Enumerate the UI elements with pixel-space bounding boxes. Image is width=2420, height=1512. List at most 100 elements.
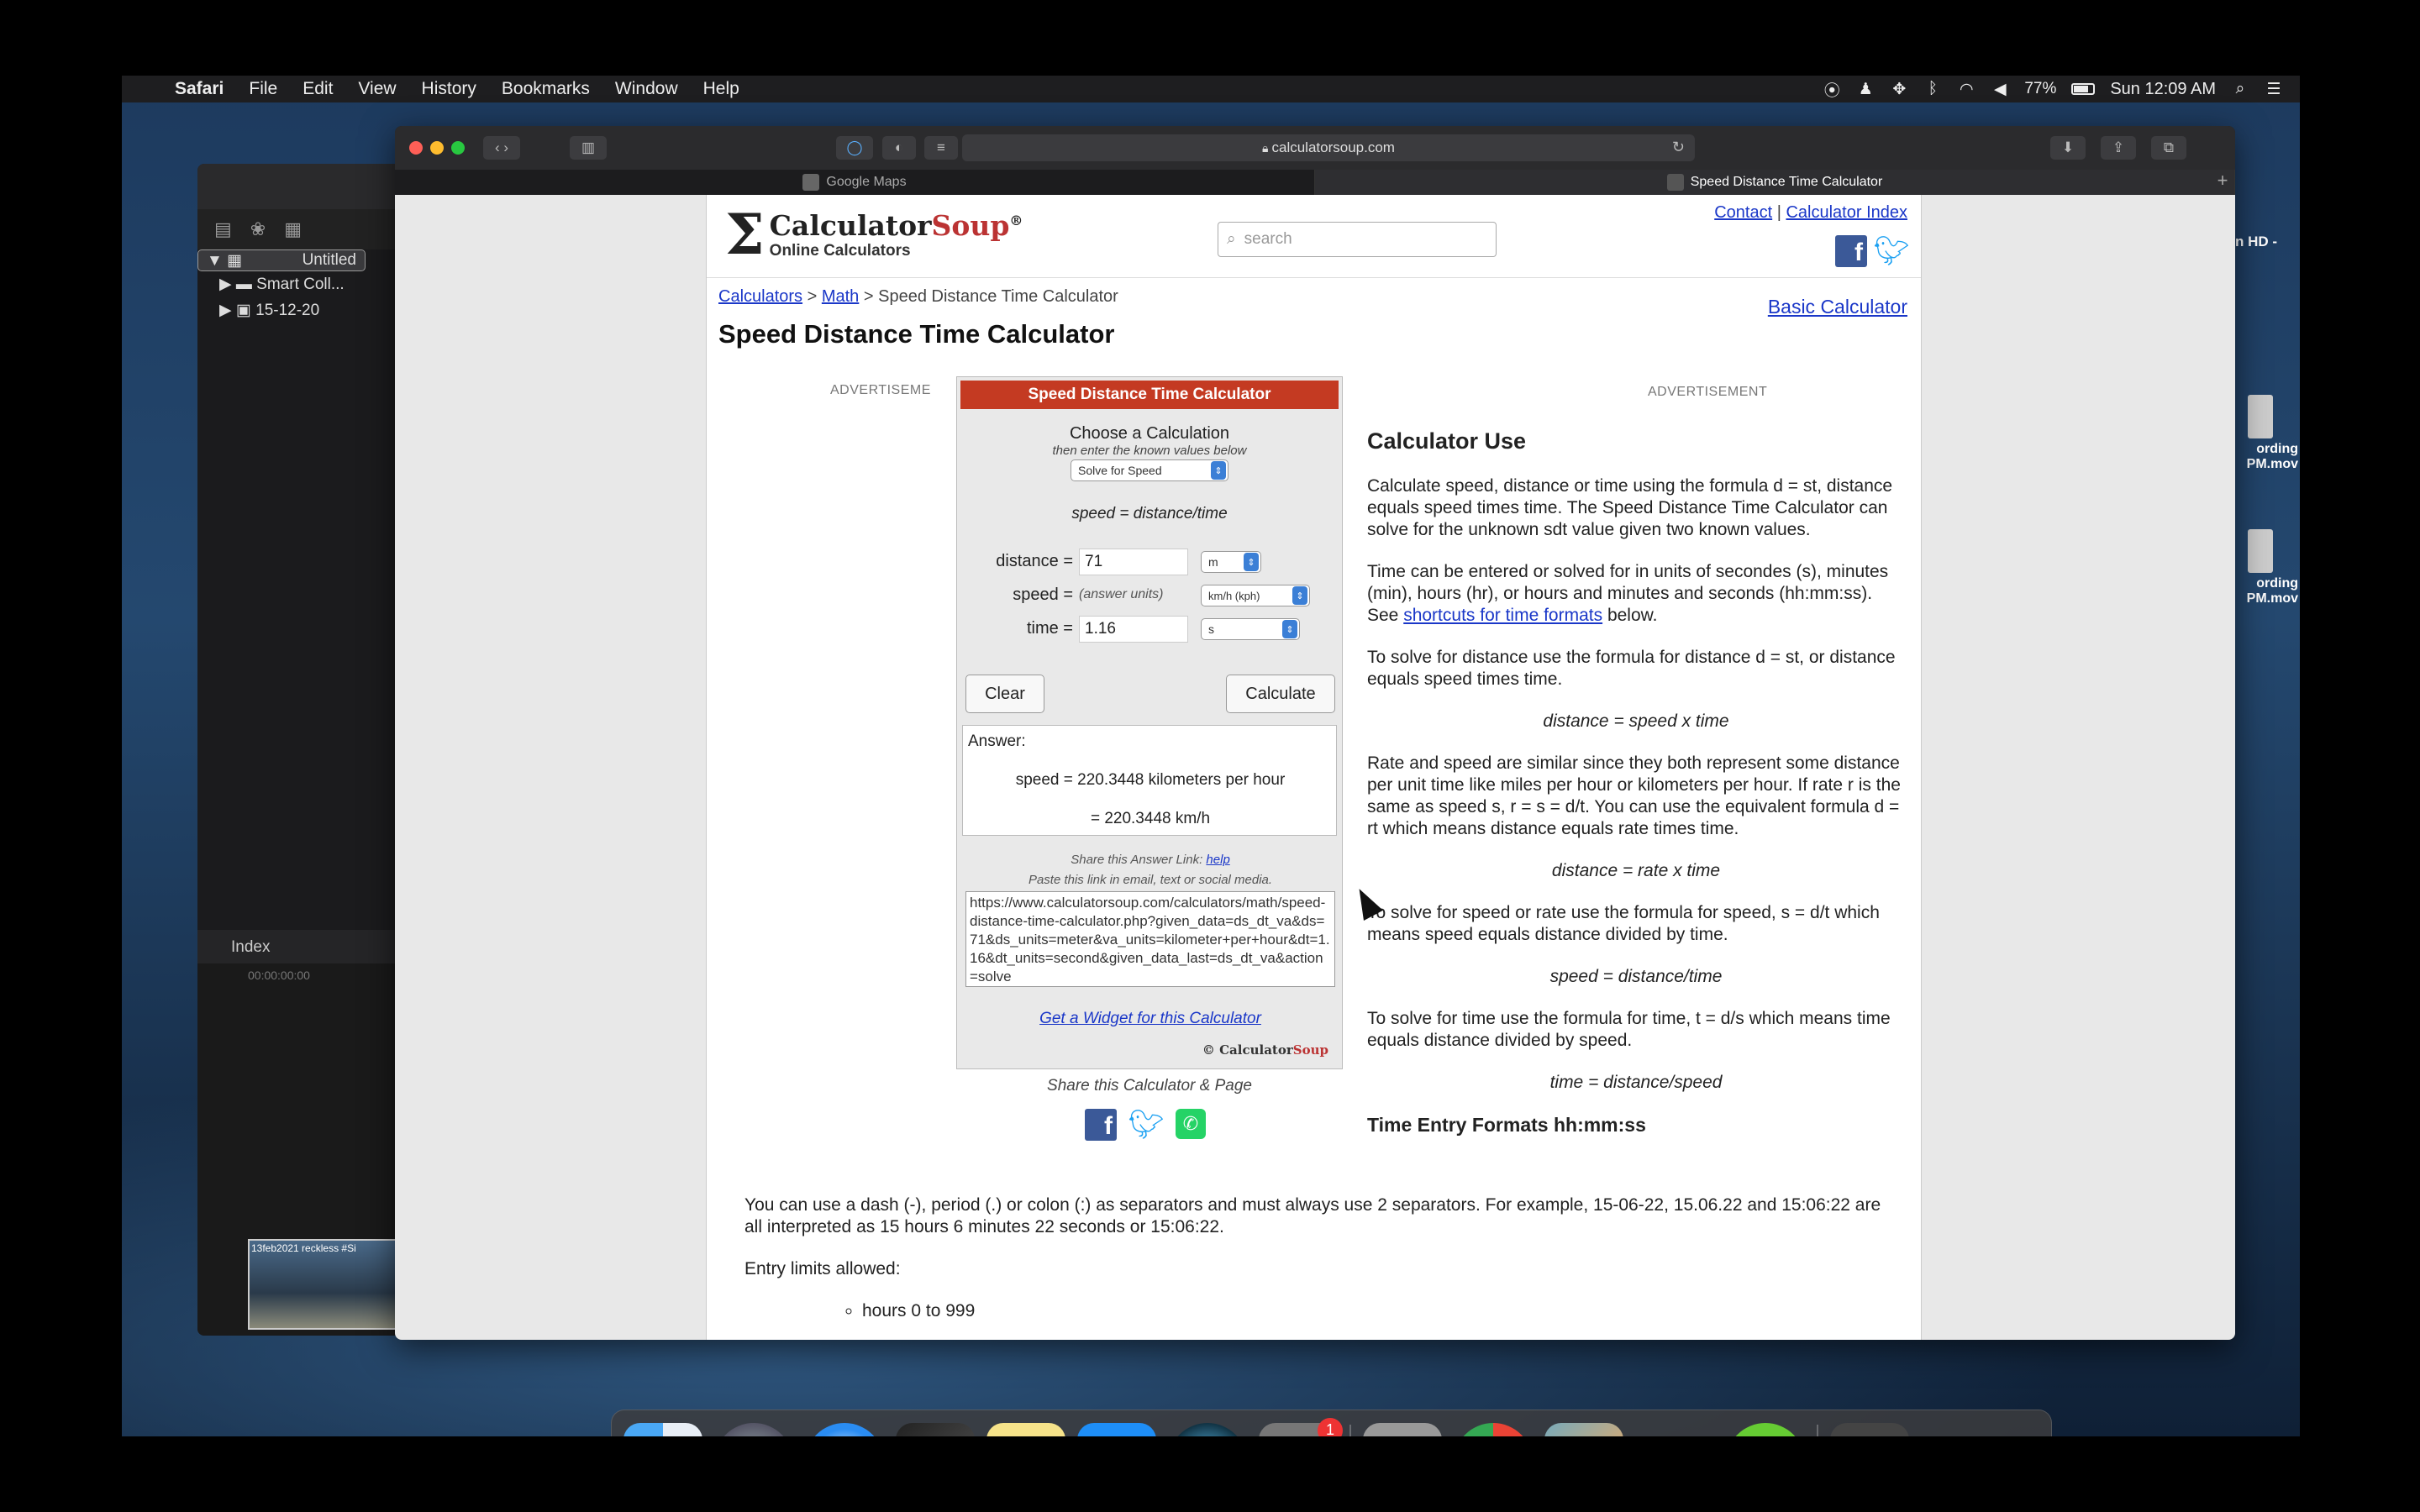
time-label: time =: [1026, 619, 1073, 638]
trash-icon[interactable]: 🗑︎: [1921, 1423, 2000, 1437]
menu-history[interactable]: History: [409, 79, 489, 99]
time-input[interactable]: 1.16: [1079, 616, 1188, 643]
menu-help[interactable]: Help: [691, 79, 752, 99]
share-url-textarea[interactable]: https://www.calculatorsoup.com/calculato…: [965, 891, 1335, 987]
menu-view[interactable]: View: [345, 79, 408, 99]
breadcrumb-calculators[interactable]: Calculators: [718, 287, 802, 306]
speed-answer-hint: (answer units): [1079, 587, 1164, 601]
logo-subtitle: Online Calculators: [769, 241, 911, 260]
bluetooth-icon[interactable]: ᛒ: [1923, 80, 1942, 98]
notification-center-icon[interactable]: ☰: [2265, 80, 2283, 98]
file-thumbnail: [2248, 529, 2273, 573]
help-link[interactable]: help: [1206, 853, 1229, 867]
system-preferences-icon[interactable]: ⚙1: [1259, 1417, 1343, 1436]
timecode: 00:00:00:00: [248, 969, 310, 982]
preview-icon[interactable]: [1544, 1422, 1623, 1436]
twitter-icon[interactable]: 🐦︎: [1873, 235, 1909, 267]
user-icon[interactable]: ♟: [1856, 80, 1875, 98]
distance-unit-select[interactable]: m ⇕: [1201, 551, 1261, 573]
hd-label[interactable]: n HD -: [2235, 234, 2277, 250]
back-forward-button[interactable]: ‹ ›: [483, 136, 520, 160]
solve-for-select[interactable]: Solve for Speed ⇕: [1071, 459, 1228, 481]
calculate-button[interactable]: Calculate: [1226, 675, 1335, 713]
site-logo[interactable]: Σ CalculatorSoup® Online Calculators: [725, 207, 1023, 262]
select-arrows-icon: ⇕: [1244, 553, 1259, 571]
notes-icon[interactable]: ▤: [986, 1422, 1065, 1436]
launchpad-icon[interactable]: 🚀︎: [714, 1422, 793, 1436]
spotlight-icon[interactable]: ⌕: [2231, 80, 2249, 98]
safari-window[interactable]: ‹ › ▥ ◯ ◐ ≡ 🔒︎ calculatorsoup.com ↻ ⬇ ⇪ …: [395, 126, 2235, 1340]
minimize-window-button[interactable]: [430, 141, 444, 155]
search-input[interactable]: ⌕ search: [1218, 222, 1497, 257]
speed-unit-select[interactable]: km/h (kph) ⇕: [1201, 585, 1310, 606]
menu-bookmarks[interactable]: Bookmarks: [489, 79, 602, 99]
share-twitter-icon[interactable]: 🐦︎: [1128, 1109, 1164, 1141]
menu-bar: Safari File Edit View History Bookmarks …: [122, 76, 2300, 102]
privacy-icon[interactable]: ◐: [882, 136, 916, 160]
volume-icon[interactable]: ◀: [1991, 80, 2009, 98]
paragraph: You can use a dash (-), period (.) or co…: [744, 1195, 1881, 1236]
menu-file[interactable]: File: [236, 79, 290, 99]
facebook-icon[interactable]: f: [1835, 235, 1867, 267]
timeline-clip[interactable]: 13feb2021 reckless #Si: [248, 1239, 399, 1330]
chrome-icon[interactable]: [1454, 1422, 1533, 1436]
record-icon[interactable]: ⦿: [1823, 80, 1841, 100]
finder-icon[interactable]: [623, 1422, 702, 1436]
battery-icon[interactable]: [2071, 83, 2096, 95]
desktop-screen: Safari File Edit View History Bookmarks …: [122, 76, 2300, 1436]
new-tab-button[interactable]: +: [2210, 170, 2235, 195]
share-whatsapp-icon[interactable]: ✆: [1176, 1109, 1206, 1139]
clock[interactable]: Sun 12:09 AM: [2110, 80, 2216, 99]
quicktime-icon[interactable]: Q: [1168, 1422, 1247, 1436]
address-bar[interactable]: 🔒︎ calculatorsoup.com ↻: [962, 134, 1695, 161]
paragraph: Calculate speed, distance or time using …: [1367, 476, 1893, 539]
wifi-icon[interactable]: ◠: [1957, 80, 1975, 98]
photos-icon[interactable]: ❀: [250, 218, 266, 240]
dropbox-icon[interactable]: ✥: [1890, 80, 1908, 98]
close-window-button[interactable]: [409, 141, 423, 155]
downloads-icon[interactable]: [1830, 1422, 1909, 1436]
share-icons: f 🐦︎ ✆: [1085, 1109, 1206, 1141]
time-unit-select[interactable]: s ⇕: [1201, 618, 1300, 640]
extension-icon[interactable]: ◯: [836, 136, 873, 160]
library-item[interactable]: ▼ ▦ Untitled: [197, 249, 366, 271]
airdrop-icon[interactable]: ⊟: [1726, 1422, 1805, 1436]
answer-label: Answer:: [968, 732, 1026, 750]
tab-google-maps[interactable]: Google Maps: [395, 170, 1315, 195]
zoom-window-button[interactable]: [451, 141, 465, 155]
reader-icon[interactable]: ≡: [924, 136, 958, 160]
tabs-overview-icon[interactable]: ⧉: [2151, 136, 2186, 160]
final-cut-icon[interactable]: 🎬︎: [896, 1422, 975, 1436]
paragraph: Time can be entered or solved for in uni…: [1367, 562, 1889, 625]
time-formats-link[interactable]: shortcuts for time formats: [1403, 606, 1602, 625]
logo-title: CalculatorSoup®: [769, 208, 1023, 242]
menu-edit[interactable]: Edit: [290, 79, 345, 99]
tab-speed-distance-time[interactable]: Speed Distance Time Calculator: [1315, 170, 2235, 195]
share-facebook-icon[interactable]: f: [1085, 1109, 1117, 1141]
vlc-icon[interactable]: ▲: [1635, 1423, 1714, 1437]
calculator-icon[interactable]: ▦: [1363, 1422, 1442, 1436]
library-icon[interactable]: ▤: [214, 218, 232, 240]
breadcrumb-math[interactable]: Math: [822, 287, 859, 306]
clear-button[interactable]: Clear: [965, 675, 1044, 713]
distance-input[interactable]: 71: [1079, 549, 1188, 575]
sigma-logo-icon: Σ: [725, 202, 765, 267]
menu-window[interactable]: Window: [602, 79, 691, 99]
header-divider: [707, 277, 1921, 278]
calculator-index-link[interactable]: Calculator Index: [1786, 203, 1907, 222]
share-icon[interactable]: ⇪: [2101, 136, 2136, 160]
page-title: Speed Distance Time Calculator: [718, 319, 1115, 349]
contact-link[interactable]: Contact: [1714, 203, 1772, 222]
app-store-icon[interactable]: A: [1077, 1422, 1156, 1436]
calculator-header: Speed Distance Time Calculator: [960, 381, 1339, 409]
get-widget-link[interactable]: Get a Widget for this Calculator: [957, 1010, 1344, 1028]
menu-app-safari[interactable]: Safari: [162, 79, 236, 99]
sidebar-toggle-icon[interactable]: ▥: [570, 136, 607, 160]
safari-icon[interactable]: ✦: [805, 1422, 884, 1436]
reload-icon[interactable]: ↻: [1672, 139, 1685, 156]
paragraph: To solve for time use the formula for ti…: [1367, 1009, 1891, 1050]
speed-label: speed =: [1013, 585, 1073, 604]
titles-icon[interactable]: ▦: [284, 218, 302, 240]
downloads-icon[interactable]: ⬇: [2050, 136, 2086, 160]
basic-calculator-link[interactable]: Basic Calculator: [1768, 296, 1907, 318]
